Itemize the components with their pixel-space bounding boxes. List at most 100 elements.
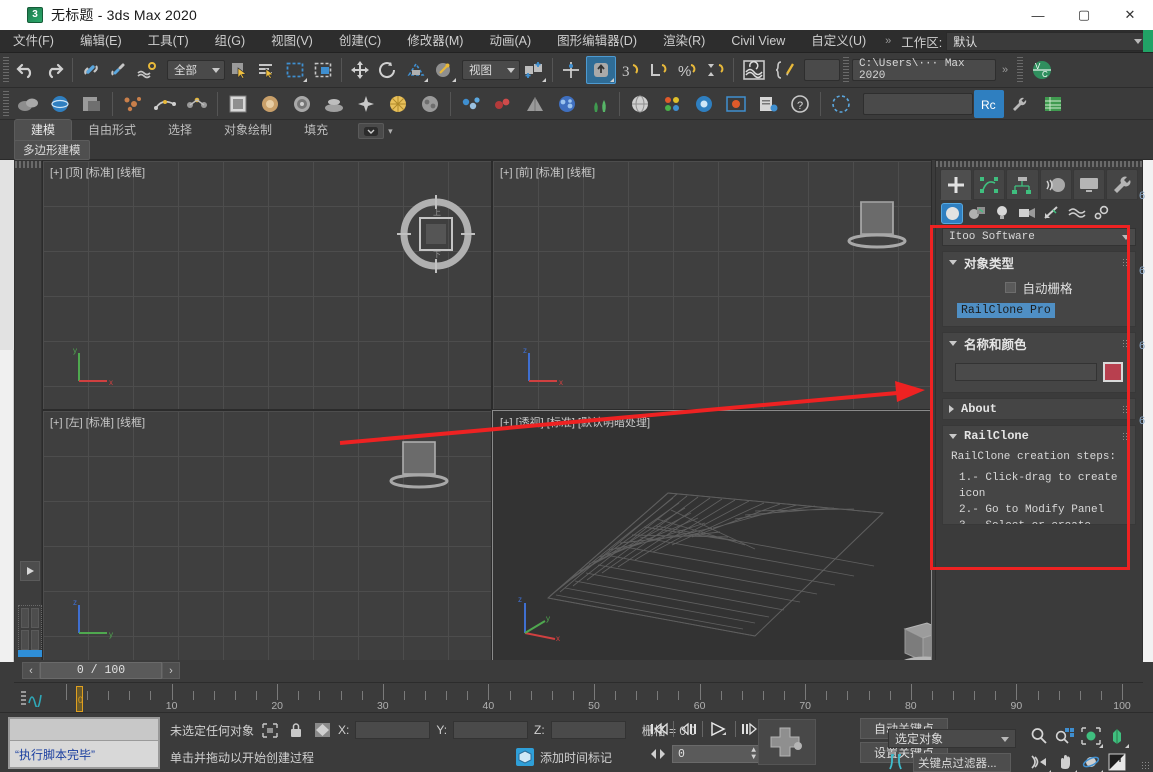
key-filters-icon[interactable] [888,753,908,771]
menu-file[interactable]: 文件(F) [0,30,67,53]
menu-graph-editors[interactable]: 图形编辑器(D) [544,30,650,53]
reference-coordinate-combo[interactable]: 视图 [462,60,520,80]
rectangular-selection-region-icon[interactable] [282,57,308,83]
hair-fur-icon[interactable] [488,90,518,118]
toolbar-blank-field[interactable] [804,59,840,81]
ribbon-tab-modeling[interactable]: 建模 [14,119,72,141]
add-key-button[interactable] [758,719,816,765]
menu-modifiers[interactable]: 修改器(M) [394,30,476,53]
time-slider-prev-button[interactable]: ‹ [22,662,40,679]
rollout-object-type-header[interactable]: 对象类型 [943,252,1135,272]
redo-button[interactable] [41,57,67,83]
railclone-icon[interactable] [584,90,614,118]
select-and-rotate-icon[interactable] [375,57,401,83]
menu-civil-view[interactable]: Civil View [718,30,798,53]
particle-systems-icon[interactable] [118,90,148,118]
toolbar-grip[interactable] [843,57,849,83]
toolbar-grip[interactable] [3,91,9,117]
select-and-link-icon[interactable] [78,57,104,83]
select-and-move-icon[interactable] [347,57,373,83]
cloth-icon[interactable] [520,90,550,118]
wave-icon[interactable] [739,56,769,84]
viewport-top-label[interactable]: [+] [顶] [标准] [线框] [50,164,145,180]
resize-grip[interactable] [1141,761,1150,770]
globe-icon[interactable] [625,90,655,118]
zoom-extents-icon[interactable] [1078,723,1104,749]
autogrid-row[interactable]: 自动栅格 [951,278,1127,297]
autogrid-checkbox[interactable] [1005,282,1016,293]
subtab-geometry[interactable] [941,203,963,224]
menu-overflow-icon[interactable]: » [879,35,897,47]
angle-snap-toggle-icon[interactable]: 3 [618,57,644,83]
menu-rendering[interactable]: 渲染(R) [650,30,718,53]
subtab-shapes[interactable] [966,203,988,224]
command-tab-hierarchy[interactable] [1006,169,1038,200]
viewport-left-label[interactable]: [+] [左] [标准] [线框] [50,414,145,430]
pan-hand-icon[interactable] [1052,749,1078,772]
track-bar[interactable]: 102030405060708090100 0 [14,682,1143,712]
rollout-drag-dots-icon[interactable] [1122,258,1130,266]
time-slider-handle[interactable]: 0 [76,686,83,712]
coord-y-field[interactable] [453,721,528,739]
rollout-name-and-color-header[interactable]: 名称和颜色 [943,333,1135,353]
unlink-selection-icon[interactable] [106,57,132,83]
help-icon[interactable]: ? [785,90,815,118]
viewport-front-label[interactable]: [+] [前] [标准] [线框] [500,164,595,180]
afr-icon[interactable] [415,90,445,118]
command-tab-motion[interactable] [1040,169,1072,200]
selection-filter-combo[interactable]: 全部 [167,60,225,80]
toolbar-grip[interactable] [1017,57,1023,83]
dummy-helper-icon[interactable] [826,90,856,118]
viewport-perspective-label[interactable]: [+] [透视] [标准] [默认明暗处理] [500,414,650,430]
menu-tools[interactable]: 工具(T) [135,30,202,53]
selection-region-icon[interactable] [260,721,280,739]
project-folder-combo[interactable]: C:\Users\··· Max 2020 [852,59,996,81]
current-frame-spinner[interactable]: 0 ▲▼ [672,745,760,763]
frame-step-icon[interactable] [648,745,668,763]
viewport-layout-grid[interactable] [18,605,42,653]
play-animation-icon[interactable] [706,719,732,739]
field-of-view-icon[interactable] [1026,749,1052,772]
command-tab-utilities[interactable] [1106,169,1138,200]
select-and-manipulate-icon[interactable] [558,57,584,83]
bind-to-space-warp-icon[interactable] [134,57,160,83]
time-slider-value[interactable]: 0 / 100 [40,662,162,679]
menu-customize[interactable]: 自定义(U) [798,30,879,53]
daylight-icon[interactable] [383,90,413,118]
walls-icon[interactable] [319,90,349,118]
layout-cell[interactable] [21,630,29,650]
select-and-scale-icon[interactable] [403,57,429,83]
use-pivot-point-center-icon[interactable] [521,57,547,83]
ribbon-tab-object-paint[interactable]: 对象绘制 [208,120,288,141]
window-crossing-icon[interactable] [310,57,336,83]
menu-edit[interactable]: 编辑(E) [67,30,135,53]
time-tag-icon[interactable] [516,748,534,766]
command-tab-display[interactable] [1073,169,1105,200]
rollout-drag-dots-icon[interactable] [1122,432,1130,440]
orbit-icon[interactable] [1078,749,1104,772]
extended-primitives-icon[interactable] [45,90,75,118]
object-name-input[interactable] [955,363,1097,381]
civil-view-icon[interactable]: VC [1027,56,1057,84]
snaps-toggle-icon[interactable] [586,56,616,84]
maximize-button[interactable]: ▢ [1061,0,1107,30]
close-button[interactable]: ✕ [1107,0,1153,30]
viewport-left[interactable]: [+] [左] [标准] [线框] z y [42,410,492,662]
compound-objects-icon[interactable] [77,90,107,118]
script-listener-icon[interactable] [753,90,783,118]
select-by-name-icon[interactable] [254,57,280,83]
rollout-railclone-header[interactable]: RailClone [943,426,1135,446]
command-tab-modify[interactable] [973,169,1005,200]
left-dock-grip[interactable] [15,161,41,168]
select-object-icon[interactable] [226,57,252,83]
coord-x-field[interactable] [355,721,430,739]
maximize-viewport-toggle-icon[interactable] [1104,749,1130,772]
subtab-systems[interactable] [1091,203,1113,224]
rollout-drag-dots-icon[interactable] [1122,339,1130,347]
workspace-combo[interactable]: 默认 [946,32,1149,51]
menu-animation[interactable]: 动画(A) [476,30,544,53]
railclone-pro-button[interactable]: RailClone Pro [957,303,1055,318]
object-color-swatch[interactable] [1103,362,1123,382]
maxscript-mini-listener[interactable]: “执行脚本完毕” [8,717,160,769]
forest-pack-icon[interactable] [552,90,582,118]
